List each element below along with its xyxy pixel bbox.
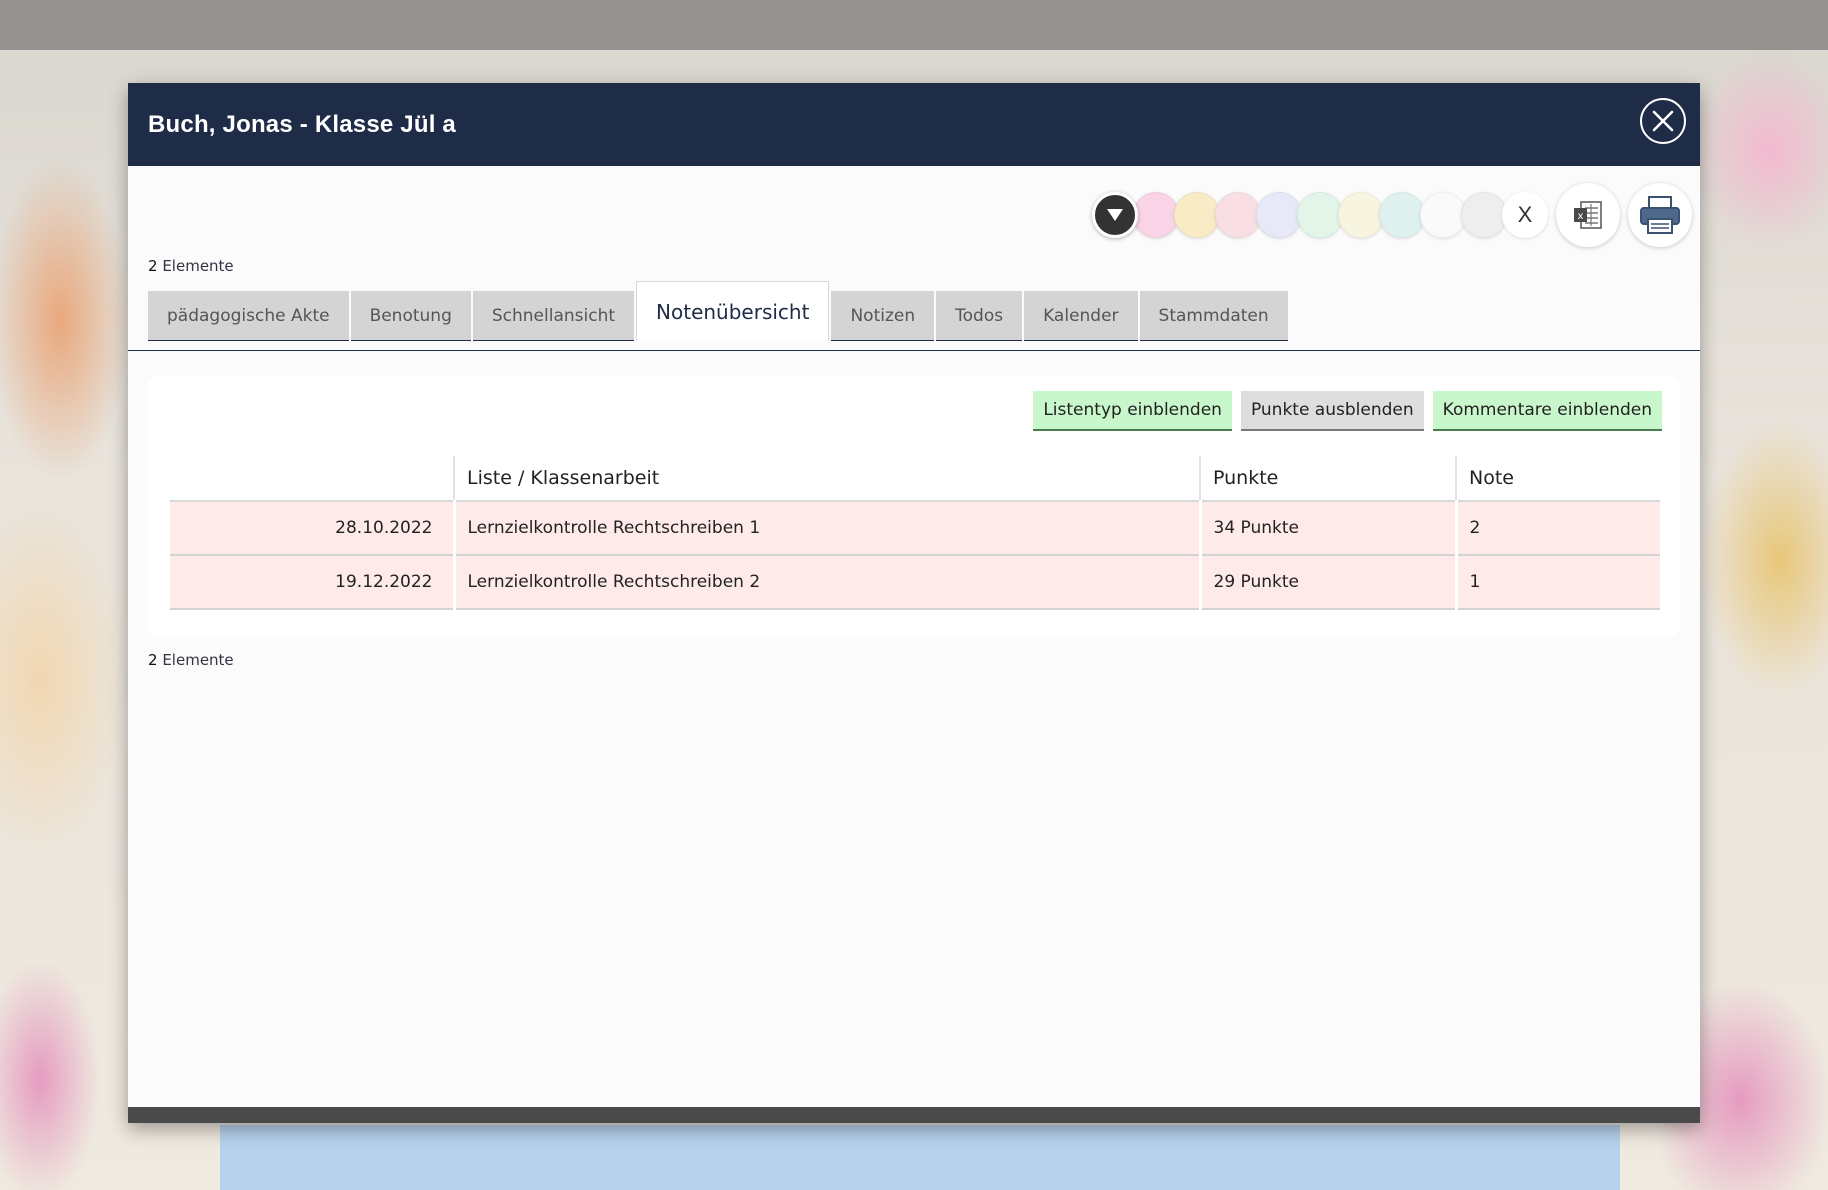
cell-grade: 2 (1454, 501, 1660, 556)
element-count-number: 2 (148, 651, 158, 669)
cell-points: 29 Punkte (1198, 555, 1456, 610)
show-list-type-button[interactable]: Listentyp einblenden (1033, 391, 1232, 431)
triangle-down-icon (1107, 209, 1123, 221)
column-header-grade: Note (1455, 456, 1660, 502)
color-swatch-white[interactable] (1420, 192, 1466, 238)
table-row[interactable]: 28.10.2022 Lernzielkontrolle Rechtschrei… (170, 501, 1660, 556)
close-icon (1652, 110, 1674, 132)
element-count-number: 2 (148, 257, 158, 275)
show-comments-button[interactable]: Kommentare einblenden (1432, 391, 1662, 431)
tab-notenuebersicht[interactable]: Notenübersicht (636, 281, 830, 341)
tab-paedagogische-akte[interactable]: pädagogische Akte (148, 291, 349, 341)
close-button[interactable] (1640, 98, 1686, 144)
cell-list: Lernzielkontrolle Rechtschreiben 2 (452, 555, 1200, 610)
column-header-points: Punkte (1199, 456, 1456, 502)
tab-divider (128, 350, 1700, 351)
table-header-row: Liste / Klassenarbeit Punkte Note (170, 456, 1660, 502)
tab-notizen[interactable]: Notizen (831, 291, 935, 341)
color-dropdown-button[interactable] (1092, 192, 1138, 238)
color-swatch-mint[interactable] (1297, 192, 1343, 238)
clear-color-button[interactable]: X (1502, 192, 1548, 238)
excel-icon: x (1574, 201, 1602, 229)
tab-kalender[interactable]: Kalender (1024, 291, 1138, 341)
element-count-label: Elemente (162, 651, 234, 669)
dialog-footer-bar (128, 1107, 1700, 1123)
tab-schnellansicht[interactable]: Schnellansicht (472, 291, 635, 341)
color-swatch-yellow[interactable] (1174, 192, 1220, 238)
element-count-label: Elemente (162, 257, 234, 275)
cell-date: 28.10.2022 (170, 501, 454, 556)
element-count-top: 2 Elemente (148, 257, 234, 275)
grade-overview-panel: Listentyp einblenden Punkte ausblenden K… (148, 376, 1680, 636)
color-swatch-cream[interactable] (1338, 192, 1384, 238)
tab-todos[interactable]: Todos (936, 291, 1023, 341)
color-swatch-pink[interactable] (1133, 192, 1179, 238)
panel-actions: Listentyp einblenden Punkte ausblenden K… (1024, 391, 1662, 431)
element-count-bottom: 2 Elemente (148, 651, 234, 669)
background-footer-area (220, 1125, 1620, 1190)
cell-date: 19.12.2022 (170, 555, 454, 610)
color-swatch-rose[interactable] (1215, 192, 1261, 238)
print-button[interactable] (1628, 183, 1692, 247)
printer-icon (1640, 196, 1680, 234)
color-swatch-teal[interactable] (1379, 192, 1425, 238)
column-header-date (170, 456, 454, 502)
color-swatch-grey[interactable] (1461, 192, 1507, 238)
column-header-list: Liste / Klassenarbeit (453, 456, 1200, 502)
background-header-bar (0, 0, 1828, 50)
dialog-title: Buch, Jonas - Klasse Jül a (148, 110, 456, 138)
hide-points-button[interactable]: Punkte ausblenden (1240, 391, 1424, 431)
excel-export-button[interactable]: x (1556, 183, 1620, 247)
tab-benotung[interactable]: Benotung (350, 291, 471, 341)
grades-table: Liste / Klassenarbeit Punkte Note 28.10.… (170, 456, 1660, 610)
student-dialog: Buch, Jonas - Klasse Jül a X x 2 Element… (128, 83, 1700, 1123)
table-row[interactable]: 19.12.2022 Lernzielkontrolle Rechtschrei… (170, 555, 1660, 610)
cell-grade: 1 (1454, 555, 1660, 610)
svg-text:x: x (1578, 211, 1584, 222)
tab-stammdaten[interactable]: Stammdaten (1139, 291, 1288, 341)
color-swatch-lavender[interactable] (1256, 192, 1302, 238)
color-filter-toolbar: X x (1092, 180, 1692, 250)
tab-bar: pädagogische Akte Benotung Schnellansich… (148, 281, 1290, 341)
cell-points: 34 Punkte (1198, 501, 1456, 556)
cell-list: Lernzielkontrolle Rechtschreiben 1 (452, 501, 1200, 556)
dialog-titlebar: Buch, Jonas - Klasse Jül a (128, 83, 1700, 166)
